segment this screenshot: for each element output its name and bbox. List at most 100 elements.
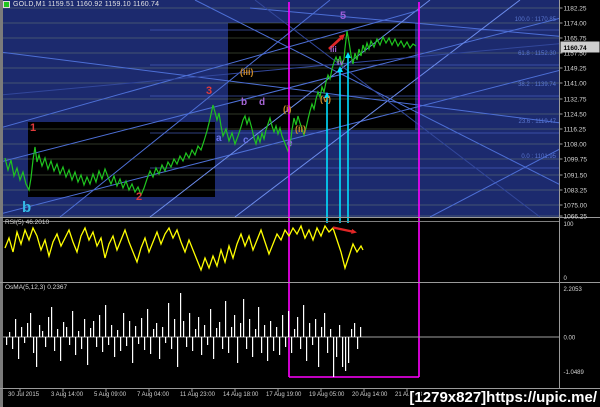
osma-bar xyxy=(291,337,293,353)
osma-bar xyxy=(138,337,140,344)
osma-bar xyxy=(81,337,83,349)
osma-bar xyxy=(162,327,164,337)
osma-bar xyxy=(132,337,134,363)
osma-bar xyxy=(273,337,275,351)
wave-label: (i) xyxy=(283,104,292,114)
price-scale-label: 1124.50 xyxy=(564,112,587,119)
osma-bar xyxy=(30,313,32,337)
osma-bar xyxy=(201,337,203,355)
price-scale-label: 1083.25 xyxy=(564,188,588,195)
osma-bar xyxy=(60,337,62,361)
wave-label: iv xyxy=(337,58,344,67)
fib-level-label: 38.2 : 1139.74 xyxy=(518,82,557,88)
osma-bar xyxy=(99,315,101,337)
osma-bar xyxy=(243,299,245,337)
price-scale-label: 1182.25 xyxy=(564,6,587,13)
osma-bar xyxy=(189,313,191,337)
osma-bar xyxy=(246,337,248,349)
osma-bar xyxy=(42,331,44,337)
osma-bar xyxy=(297,317,299,337)
osma-bar xyxy=(93,321,95,337)
osma-bar xyxy=(228,337,230,353)
osma-bar xyxy=(345,337,347,371)
osma-bar xyxy=(54,337,56,351)
price-scale-label: 1141.00 xyxy=(564,81,587,88)
osma-bar xyxy=(321,327,323,337)
osma-bar xyxy=(111,325,113,337)
osma-bar xyxy=(315,319,317,337)
osma-bar xyxy=(102,337,104,352)
osma-bar xyxy=(117,330,119,337)
current-price-label: 1160.74 xyxy=(564,45,588,52)
price-scale-label: 1075.00 xyxy=(564,203,588,210)
fib-level-label: 0.0 : 1101.95 xyxy=(521,154,556,160)
osma-bar xyxy=(342,337,344,367)
wave-label: d xyxy=(259,97,265,108)
fib-level-label: 100.0 : 1170.85 xyxy=(515,17,557,23)
price-scale-label: 1091.50 xyxy=(564,173,588,180)
osma-bar xyxy=(27,323,29,337)
time-axis-label: 19 Aug 05:00 xyxy=(309,392,345,398)
osma-bar xyxy=(159,337,161,359)
wave-label: e xyxy=(287,138,293,149)
wave-label: b xyxy=(22,199,31,216)
osma-bar xyxy=(171,337,173,349)
osma-bar xyxy=(234,315,236,337)
osma-bar xyxy=(306,337,308,361)
osma-bar xyxy=(126,337,128,346)
osma-bar xyxy=(123,313,125,337)
osma-bar xyxy=(114,337,116,357)
rsi-scale-max: 100 xyxy=(564,222,575,228)
osma-bar xyxy=(279,337,281,355)
osma-bar xyxy=(96,337,98,347)
osma-scale-max: 2.2053 xyxy=(564,287,583,293)
osma-bar xyxy=(51,307,53,337)
wave-label: 3 xyxy=(206,85,212,97)
wave-label: (ii) xyxy=(295,124,306,134)
price-scale-label: 1174.00 xyxy=(564,21,587,28)
wave-label: b xyxy=(241,97,247,108)
osma-bar xyxy=(276,327,278,337)
osma-bar xyxy=(57,329,59,337)
osma-bar xyxy=(75,337,77,355)
wave-label: (v) xyxy=(320,94,331,104)
osma-bar xyxy=(72,311,74,337)
osma-bar xyxy=(144,337,146,350)
osma-bar xyxy=(264,325,266,337)
osma-bar xyxy=(135,326,137,337)
osma-bar xyxy=(330,329,332,337)
osma-bar xyxy=(192,337,194,351)
osma-bar xyxy=(150,337,152,354)
osma-bar xyxy=(78,331,80,337)
osma-bar xyxy=(303,305,305,337)
osma-bar xyxy=(357,337,359,349)
osma-bar xyxy=(12,337,14,349)
osma-bar xyxy=(45,337,47,347)
osma-bar xyxy=(129,321,131,337)
osma-bar xyxy=(90,328,92,337)
fib-level-label: 61.8 : 1152.30 xyxy=(518,51,557,57)
osma-bar xyxy=(207,337,209,345)
osma-bar xyxy=(213,337,215,359)
osma-bar xyxy=(285,337,287,347)
osma-bar xyxy=(147,309,149,337)
wave-label: 2 xyxy=(136,191,142,203)
chart-canvas[interactable]: 100.0 : 1170.85 61.8 : 1152.30 38.2 : 1139… xyxy=(0,0,600,407)
osma-bar xyxy=(48,317,50,337)
osma-bar xyxy=(195,329,197,337)
osma-bar xyxy=(249,319,251,337)
osma-bar xyxy=(354,323,356,337)
osma-bar xyxy=(252,337,254,357)
time-axis-label: 30 Jul 2015 xyxy=(8,392,40,398)
osma-bar xyxy=(231,327,233,337)
time-axis-label: 20 Aug 14:00 xyxy=(352,392,388,398)
time-axis-label: 5 Aug 09:00 xyxy=(94,392,127,398)
time-axis-label: 3 Aug 14:00 xyxy=(51,392,84,398)
osma-bar xyxy=(294,329,296,337)
osma-bar xyxy=(219,322,221,337)
price-scale-label: 1149.25 xyxy=(564,66,587,73)
osma-bar xyxy=(225,301,227,337)
osma-bar xyxy=(210,309,212,337)
osma-bar xyxy=(36,337,38,367)
osma-bar xyxy=(222,337,224,349)
